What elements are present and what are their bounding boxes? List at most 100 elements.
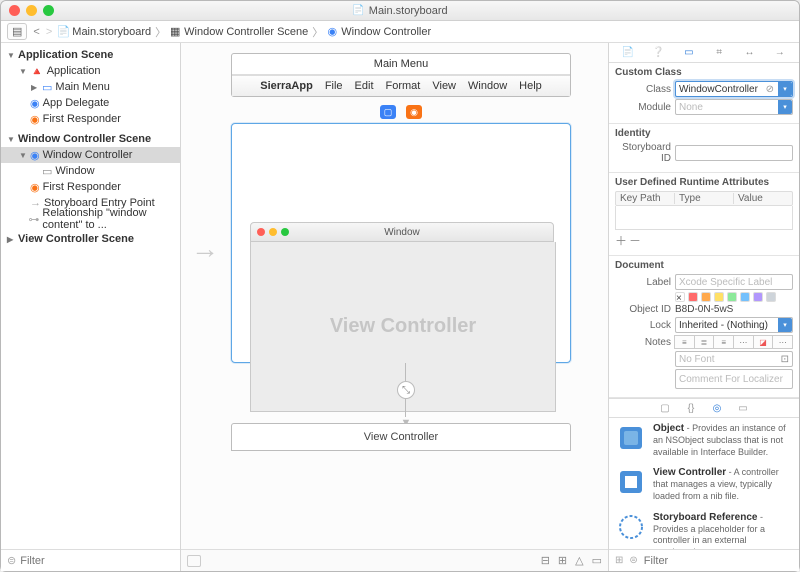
align-justify-icon[interactable]: ⋯ bbox=[733, 335, 754, 349]
main-menu-object[interactable]: Main Menu SierraApp File Edit Format Vie… bbox=[231, 53, 571, 97]
tab-media-library[interactable]: ▭ bbox=[736, 401, 750, 415]
swatch-yellow[interactable] bbox=[714, 292, 724, 302]
more-icon[interactable]: ⋯ bbox=[772, 335, 793, 349]
view-controller-object[interactable]: View Controller bbox=[231, 423, 571, 451]
module-dropdown[interactable]: ▾ bbox=[778, 100, 792, 114]
nav-forward[interactable]: > bbox=[46, 26, 52, 38]
swatch-gray[interactable] bbox=[766, 292, 776, 302]
udra-remove-button[interactable]: － bbox=[629, 232, 641, 249]
udra-title: User Defined Runtime Attributes bbox=[615, 177, 793, 188]
notes-label: Notes bbox=[615, 337, 671, 348]
window-controller-object[interactable]: Window View Controller bbox=[231, 123, 571, 363]
text-color-icon[interactable]: ◪ bbox=[753, 335, 774, 349]
filter-icon: ⊜ bbox=[629, 555, 637, 566]
menu-item-edit[interactable]: Edit bbox=[355, 80, 374, 92]
outline-filter[interactable]: ⊜ bbox=[1, 549, 180, 571]
storyboard-id-label: Storyboard ID bbox=[615, 142, 671, 164]
menu-item-app[interactable]: SierraApp bbox=[260, 80, 313, 92]
lock-field[interactable]: Inherited - (Nothing)▾ bbox=[675, 317, 793, 333]
nav-back[interactable]: < bbox=[33, 26, 39, 38]
filter-icon: ⊜ bbox=[7, 554, 16, 567]
window-controller-icon: ◉ bbox=[327, 27, 337, 37]
nav-segmented[interactable]: ▤ bbox=[7, 23, 27, 40]
outline-first-responder-2[interactable]: ◉First Responder bbox=[1, 179, 180, 195]
tab-identity-inspector[interactable]: ▭ bbox=[681, 46, 697, 60]
outline-toggle-icon[interactable]: ▤ bbox=[12, 25, 22, 38]
window-controller-badge[interactable]: ▢ bbox=[380, 105, 396, 119]
swatch-red[interactable] bbox=[688, 292, 698, 302]
outline-main-menu[interactable]: ▶▭Main Menu bbox=[1, 79, 180, 95]
tab-file-inspector[interactable]: 📄 bbox=[620, 46, 636, 60]
scene-application[interactable]: ▼Application Scene bbox=[1, 47, 180, 63]
menu-item-window[interactable]: Window bbox=[468, 80, 507, 92]
menu-item-format[interactable]: Format bbox=[386, 80, 421, 92]
tab-attributes-inspector[interactable]: ⌗ bbox=[711, 46, 727, 60]
library-tabs[interactable]: ▢ {} ◎ ▭ bbox=[609, 398, 799, 418]
library-filter-bar[interactable]: ⊞ ⊜ bbox=[609, 549, 799, 571]
align-right-icon[interactable]: ≡ bbox=[713, 335, 734, 349]
menu-item-file[interactable]: File bbox=[325, 80, 343, 92]
tab-code-snippet[interactable]: {} bbox=[684, 401, 698, 415]
breadcrumb[interactable]: 📄 Main.storyboard 〉 ▦ Window Controller … bbox=[58, 24, 431, 40]
object-icon bbox=[615, 422, 647, 454]
view-controller-placeholder: View Controller bbox=[330, 315, 476, 338]
lock-dropdown[interactable]: ▾ bbox=[778, 318, 792, 332]
embed-icon[interactable]: ▭ bbox=[592, 554, 602, 567]
udra-add-button[interactable]: ＋ bbox=[615, 232, 627, 249]
scene-view-controller[interactable]: ▶View Controller Scene bbox=[1, 231, 180, 247]
view-as-icon[interactable] bbox=[187, 555, 201, 567]
lib-item-view-controller[interactable]: View Controller - A controller that mana… bbox=[615, 466, 793, 502]
clear-icon[interactable]: ⊘ bbox=[766, 84, 774, 95]
lib-item-object[interactable]: Object - Provides an instance of an NSOb… bbox=[615, 422, 793, 458]
object-library[interactable]: Object - Provides an instance of an NSOb… bbox=[609, 418, 799, 549]
tab-file-template[interactable]: ▢ bbox=[658, 401, 672, 415]
swatch-orange[interactable] bbox=[701, 292, 711, 302]
relationship-segue[interactable]: ⤡ ▼ bbox=[396, 363, 416, 423]
swatch-blue[interactable] bbox=[740, 292, 750, 302]
resolve-icon[interactable]: △ bbox=[575, 554, 583, 567]
tab-history-inspector[interactable]: ❔ bbox=[650, 46, 666, 60]
align-center-icon[interactable]: ≣ bbox=[694, 335, 715, 349]
menu-item-view[interactable]: View bbox=[432, 80, 456, 92]
storyboard-canvas[interactable]: Main Menu SierraApp File Edit Format Vie… bbox=[181, 43, 609, 571]
align-icon[interactable]: ⊟ bbox=[541, 554, 550, 567]
label-color-swatches[interactable]: × bbox=[675, 292, 776, 302]
grid-icon[interactable]: ⊞ bbox=[615, 555, 623, 566]
doc-label-field[interactable]: Xcode Specific Label bbox=[675, 274, 793, 290]
swatch-purple[interactable] bbox=[753, 292, 763, 302]
lib-item-storyboard-ref[interactable]: Storyboard Reference - Provides a placeh… bbox=[615, 511, 793, 549]
font-picker-icon[interactable]: ⊡ bbox=[781, 354, 789, 365]
swatch-none[interactable]: × bbox=[675, 292, 685, 302]
pin-icon[interactable]: ⊞ bbox=[558, 554, 567, 567]
responder-icon: ◉ bbox=[30, 113, 40, 126]
outline-relationship[interactable]: ⊶Relationship "window content" to ... bbox=[1, 211, 180, 227]
tab-connections-inspector[interactable]: → bbox=[772, 46, 788, 60]
module-field[interactable]: None▾ bbox=[675, 99, 793, 115]
outline-first-responder-1[interactable]: ◉First Responder bbox=[1, 111, 180, 127]
outline-window-controller[interactable]: ▼◉Window Controller bbox=[1, 147, 180, 163]
tab-object-library[interactable]: ◎ bbox=[710, 401, 724, 415]
swatch-green[interactable] bbox=[727, 292, 737, 302]
menu-title: Main Menu bbox=[232, 54, 570, 75]
storyboard-id-field[interactable] bbox=[675, 145, 793, 161]
first-responder-badge[interactable]: ◉ bbox=[406, 105, 422, 119]
outline-application[interactable]: ▼🔺Application bbox=[1, 63, 180, 79]
tab-size-inspector[interactable]: ↔ bbox=[741, 46, 757, 60]
align-left-icon[interactable]: ≡ bbox=[674, 335, 695, 349]
outline-window[interactable]: ▭Window bbox=[1, 163, 180, 179]
outline-app-delegate[interactable]: ◉App Delegate bbox=[1, 95, 180, 111]
menu-item-help[interactable]: Help bbox=[519, 80, 542, 92]
library-filter-input[interactable] bbox=[644, 555, 793, 567]
class-field[interactable]: WindowController⊘▾ bbox=[675, 81, 793, 97]
notes-format-seg[interactable]: ≡ ≣ ≡ ⋯ ◪ ⋯ bbox=[675, 335, 793, 349]
inspector-tabs[interactable]: 📄 ❔ ▭ ⌗ ↔ → bbox=[609, 43, 799, 63]
notes-field[interactable]: Comment For Localizer bbox=[675, 369, 793, 389]
scene-window-controller[interactable]: ▼Window Controller Scene bbox=[1, 131, 180, 147]
outline-filter-input[interactable] bbox=[20, 555, 174, 567]
class-dropdown[interactable]: ▾ bbox=[778, 82, 792, 96]
window-titlebar[interactable]: Window bbox=[250, 222, 554, 242]
inspector-panel: 📄 ❔ ▭ ⌗ ↔ → Custom Class Class WindowCon… bbox=[609, 43, 799, 571]
udra-table[interactable]: Key Path Type Value bbox=[615, 191, 793, 206]
close-icon bbox=[257, 228, 265, 236]
font-field[interactable]: No Font⊡ bbox=[675, 351, 793, 367]
